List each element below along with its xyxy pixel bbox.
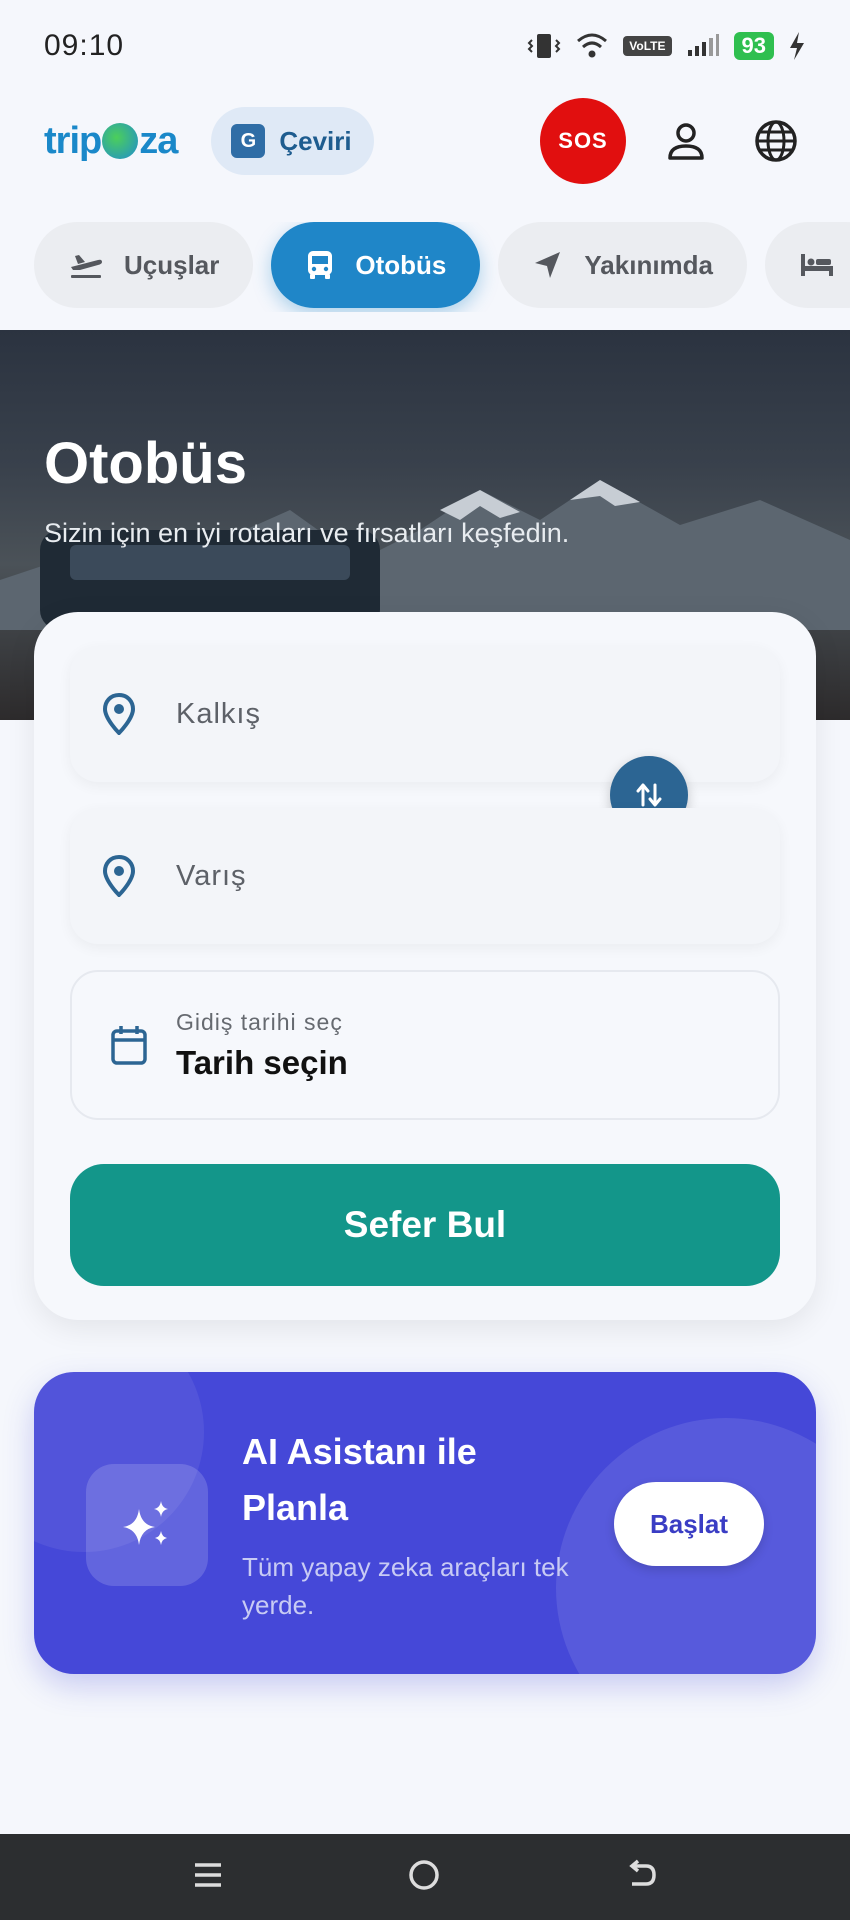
status-bar: 09:10 VoLTE 93	[0, 0, 850, 92]
ai-card-subtitle: Tüm yapay zeka araçları tek yerde.	[242, 1552, 569, 1620]
status-icons: VoLTE 93	[527, 31, 806, 61]
navigation-arrow-icon	[535, 252, 561, 278]
translate-label: Çeviri	[279, 125, 352, 156]
arrival-placeholder: Varış	[176, 859, 247, 892]
translate-button[interactable]: G Çeviri	[211, 107, 374, 175]
tab-label: Yakınımda	[584, 249, 714, 280]
recent-apps-button[interactable]	[192, 1859, 224, 1896]
signal-icon	[687, 34, 719, 56]
tab-bus[interactable]: Otobüs	[271, 222, 481, 308]
bus-icon	[308, 251, 333, 279]
translate-icon: G	[231, 124, 266, 158]
vibrate-icon	[527, 34, 561, 58]
back-icon	[629, 1859, 657, 1886]
tripoza-logo[interactable]: trip za	[44, 119, 178, 163]
logo-globe-icon	[102, 123, 139, 159]
arrival-field[interactable]: Varış	[70, 808, 780, 944]
sparkles-icon	[123, 1501, 168, 1545]
location-pin-icon	[102, 855, 136, 897]
sos-button[interactable]: SOS	[540, 98, 626, 184]
menu-icon	[194, 1862, 221, 1887]
charging-icon	[790, 32, 804, 60]
departure-placeholder: Kalkış	[176, 697, 261, 730]
ai-icon-container	[86, 1464, 208, 1586]
swap-vertical-icon	[636, 783, 662, 807]
status-time: 09:10	[44, 29, 125, 62]
plane-icon	[71, 255, 102, 278]
calendar-icon	[111, 1026, 147, 1065]
language-button[interactable]	[746, 111, 806, 171]
logo-suffix: za	[139, 119, 178, 162]
tab-nearby[interactable]: Yakınımda	[498, 222, 748, 308]
profile-button[interactable]	[656, 111, 716, 171]
date-label: Gidiş tarihi seç	[176, 1008, 343, 1035]
back-button[interactable]	[624, 1858, 658, 1897]
page-subtitle: Sizin için en iyi rotaları ve fırsatları…	[44, 518, 570, 548]
date-picker-field[interactable]: Gidiş tarihi seç Tarih seçin	[70, 970, 780, 1120]
tab-label: Otobüs	[355, 249, 447, 280]
ai-assistant-card: AI Asistanı ile Planla Tüm yapay zeka ar…	[34, 1372, 816, 1674]
date-value: Tarih seçin	[176, 1043, 348, 1081]
location-pin-icon	[102, 693, 136, 735]
volte-badge: VoLTE	[623, 36, 672, 56]
find-trip-button[interactable]: Sefer Bul	[70, 1164, 780, 1286]
app-header: trip za G Çeviri SOS	[0, 96, 850, 186]
tab-label: Uçuşlar	[124, 249, 220, 280]
start-ai-button[interactable]: Başlat	[614, 1482, 764, 1566]
wifi-icon	[577, 33, 608, 58]
home-button[interactable]	[407, 1858, 441, 1897]
system-navigation-bar	[0, 1834, 850, 1920]
globe-icon	[755, 120, 797, 162]
user-icon	[668, 123, 704, 160]
logo-prefix: trip	[44, 119, 102, 162]
bed-icon	[801, 254, 834, 276]
page-title: Otobüs	[44, 431, 247, 496]
battery-level: 93	[733, 32, 774, 60]
ai-card-title: AI Asistanı ile Planla	[242, 1431, 477, 1528]
tab-hotels[interactable]	[765, 222, 850, 308]
category-tabs: Uçuşlar Otobüs Yakınımda	[34, 222, 850, 312]
tab-flights[interactable]: Uçuşlar	[34, 222, 254, 308]
departure-field[interactable]: Kalkış	[70, 646, 780, 782]
home-circle-icon	[409, 1859, 439, 1890]
search-card: Kalkış Varış Gidiş tarihi seç Tarih seçi…	[34, 612, 816, 1320]
